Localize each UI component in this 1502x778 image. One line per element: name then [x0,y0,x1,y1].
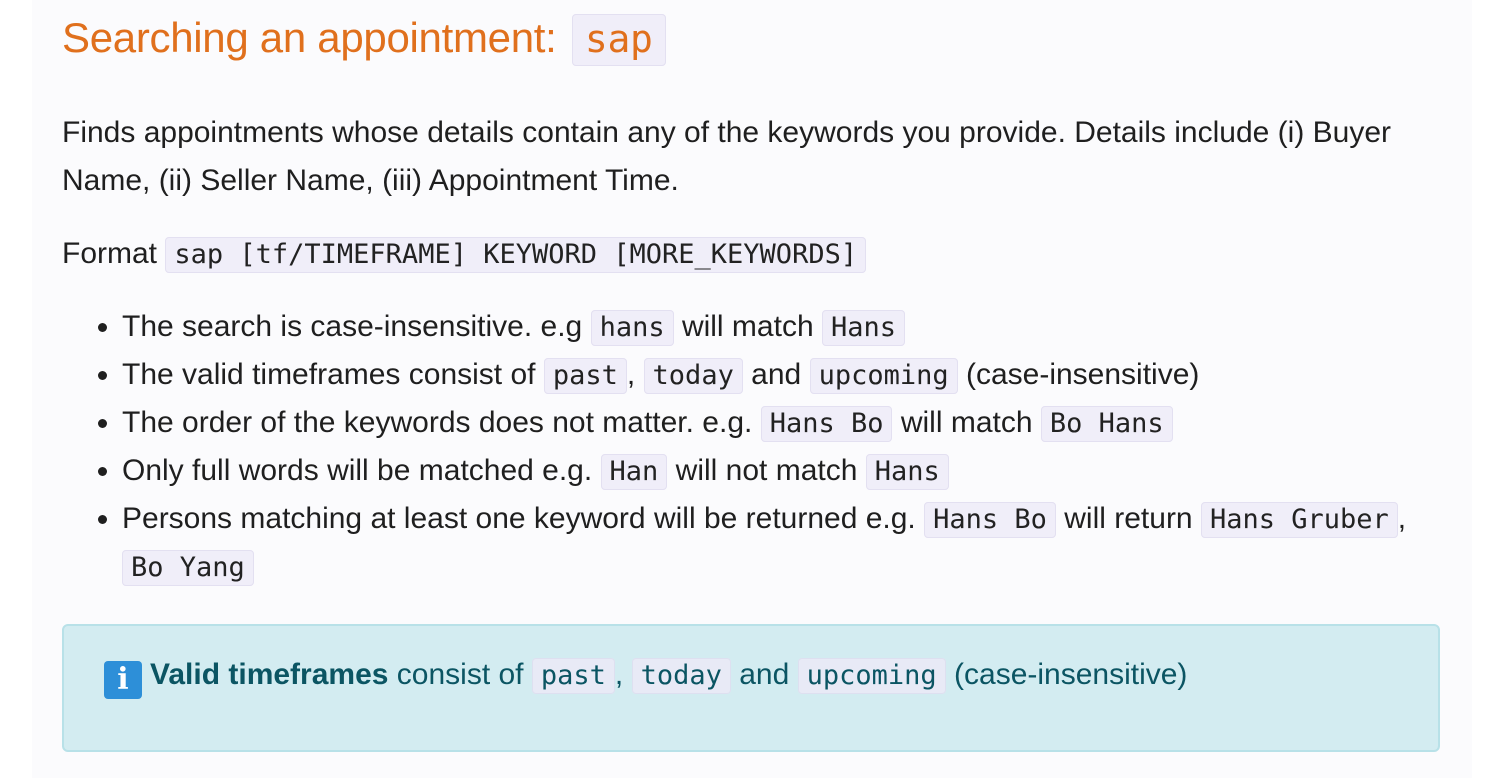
rule-code: Bo Yang [122,550,254,586]
rule-code: past [543,358,627,394]
command-code: sap [571,14,666,66]
callout-text: consist of [396,658,524,691]
rule-code: Hans [865,454,949,490]
rule-code: Bo Hans [1040,406,1173,442]
rule-separator: , [626,358,636,391]
docs-page: Searching an appointment: sap Finds appo… [32,0,1472,778]
callout-code: past [531,658,615,694]
list-item: Only full words will be matched e.g. Han… [122,447,1442,495]
rule-text: (case-insensitive) [965,358,1200,391]
format-syntax: sap [tf/TIMEFRAME] KEYWORD [MORE_KEYWORD… [165,237,867,273]
list-item: Persons matching at least one keyword wi… [122,495,1442,591]
section-heading: Searching an appointment: sap [62,0,1442,67]
rule-text: Persons matching at least one keyword wi… [122,502,916,535]
list-item: The valid timeframes consist of past, to… [122,351,1442,399]
rule-code: Han [600,454,668,490]
info-icon: i [104,661,142,699]
rule-code: Hans Bo [924,502,1056,538]
heading-text: Searching an appointment: [62,14,557,61]
callout-text: and [739,658,790,691]
rule-code: Hans Bo [760,406,893,442]
callout-code: today [631,658,731,694]
rule-code: today [643,358,743,394]
callout-code: upcoming [797,658,946,694]
list-item: The search is case-insensitive. e.g hans… [122,303,1442,351]
rule-code: hans [590,310,674,346]
callout-bold: Valid timeframes [150,658,389,691]
callout-text: (case-insensitive) [954,658,1188,691]
rules-list: The search is case-insensitive. e.g hans… [62,303,1442,591]
rule-text: and [751,358,802,391]
format-label: Format [62,237,158,270]
info-callout: i Valid timeframes consist of past, today… [62,624,1440,752]
list-item: The order of the keywords does not matte… [122,399,1442,447]
rule-text: Only full words will be matched e.g. [122,454,593,487]
rule-text: The order of the keywords does not matte… [122,406,753,439]
rule-text: The search is case-insensitive. e.g [122,310,583,343]
rule-code: upcoming [809,358,958,394]
callout-separator: , [614,658,624,691]
rule-text: will match [681,310,814,343]
rule-code: Hans Gruber [1200,502,1398,538]
rule-text: will return [1064,502,1193,535]
rule-separator: , [1397,502,1407,535]
rule-text: The valid timeframes consist of [122,358,536,391]
format-line: Format sap [tf/TIMEFRAME] KEYWORD [MORE_… [62,230,1442,279]
rule-text: will not match [675,454,858,487]
rule-code: Hans [821,310,906,346]
rule-text: will match [900,406,1033,439]
description: Finds appointments whose details contain… [62,116,1392,197]
